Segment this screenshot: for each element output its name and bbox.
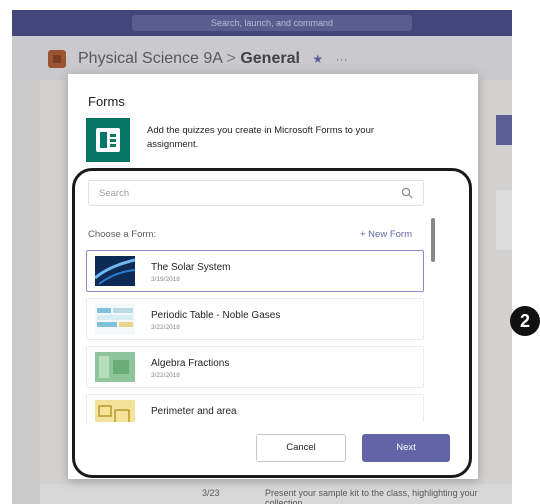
- dialog-description: Add the quizzes you create in Microsoft …: [147, 125, 375, 150]
- command-box[interactable]: Search, launch, and command: [132, 15, 412, 31]
- dialog-title: Forms: [88, 94, 125, 109]
- top-bar: Search, launch, and command: [12, 10, 512, 36]
- callout-frame: [72, 168, 472, 478]
- forms-logo-icon: [86, 118, 130, 162]
- step-number-badge: 2: [510, 306, 540, 336]
